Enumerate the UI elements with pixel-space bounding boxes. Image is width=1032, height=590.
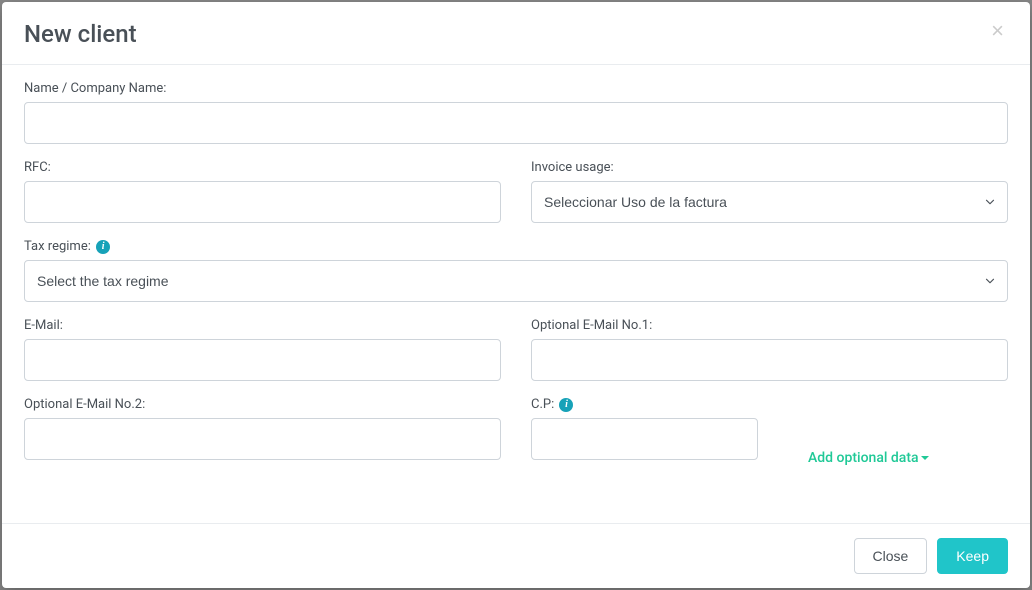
cp-label: C.P: i bbox=[531, 397, 758, 412]
tax-regime-group: Tax regime: i Select the tax regime bbox=[24, 239, 1008, 302]
optional-email1-label: Optional E-Mail No.1: bbox=[531, 318, 1008, 333]
optional-email1-group: Optional E-Mail No.1: bbox=[531, 318, 1008, 381]
name-label: Name / Company Name: bbox=[24, 81, 1008, 96]
info-icon[interactable]: i bbox=[96, 240, 110, 254]
modal-body: Name / Company Name: RFC: Invoice usage:… bbox=[2, 65, 1030, 523]
close-icon[interactable]: × bbox=[987, 20, 1008, 42]
modal-footer: Close Keep bbox=[2, 523, 1030, 588]
invoice-usage-select[interactable]: Seleccionar Uso de la factura bbox=[531, 181, 1008, 223]
new-client-modal: New client × Name / Company Name: RFC: I… bbox=[2, 2, 1030, 588]
optional-email2-label: Optional E-Mail No.2: bbox=[24, 397, 501, 412]
cp-input[interactable] bbox=[531, 418, 758, 460]
close-button[interactable]: Close bbox=[854, 538, 928, 574]
add-optional-group: Add optional data bbox=[788, 397, 1008, 476]
tax-regime-label: Tax regime: i bbox=[24, 239, 1008, 254]
rfc-group: RFC: bbox=[24, 160, 501, 223]
invoice-usage-label: Invoice usage: bbox=[531, 160, 1008, 175]
invoice-usage-group: Invoice usage: Seleccionar Uso de la fac… bbox=[531, 160, 1008, 223]
optional-email2-group: Optional E-Mail No.2: bbox=[24, 397, 501, 460]
cp-group: C.P: i bbox=[531, 397, 758, 460]
rfc-label: RFC: bbox=[24, 160, 501, 175]
email-label: E-Mail: bbox=[24, 318, 501, 333]
rfc-input[interactable] bbox=[24, 181, 501, 223]
optional-email2-input[interactable] bbox=[24, 418, 501, 460]
info-icon[interactable]: i bbox=[559, 398, 573, 412]
add-optional-data-link[interactable]: Add optional data bbox=[808, 450, 929, 466]
modal-title: New client bbox=[24, 20, 137, 48]
name-input[interactable] bbox=[24, 102, 1008, 144]
optional-email1-input[interactable] bbox=[531, 339, 1008, 381]
email-input[interactable] bbox=[24, 339, 501, 381]
caret-down-icon bbox=[921, 456, 929, 460]
modal-header: New client × bbox=[2, 2, 1030, 65]
email-group: E-Mail: bbox=[24, 318, 501, 381]
name-group: Name / Company Name: bbox=[24, 81, 1008, 144]
tax-regime-select[interactable]: Select the tax regime bbox=[24, 260, 1008, 302]
keep-button[interactable]: Keep bbox=[937, 538, 1008, 574]
